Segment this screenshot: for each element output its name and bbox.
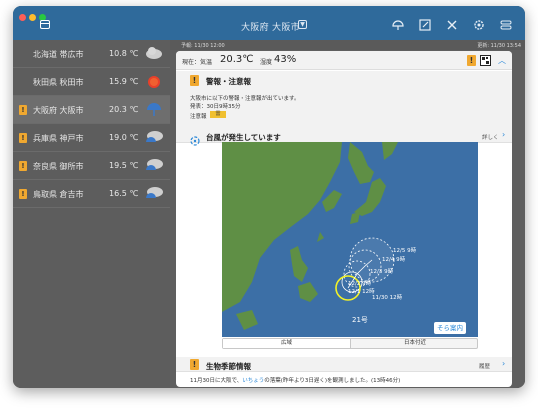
warning-icon: !	[190, 359, 199, 370]
sidebar-item-osaka[interactable]: ! 大阪府 大阪市 20.3 ℃	[13, 96, 170, 124]
warning-icon[interactable]: !	[467, 55, 476, 66]
sidebar-item-temp: 19.0 ℃	[109, 133, 139, 142]
season-history-link[interactable]: 履歴	[479, 362, 490, 370]
ginkgo-link[interactable]: いちょう	[242, 378, 264, 384]
warning-icon: !	[19, 133, 27, 143]
sidebar-item-city: 秋田県 秋田市	[33, 78, 84, 87]
typhoon-forecast-label: 12/3 9時	[370, 269, 394, 275]
sidebar-item-city: 北海道 帯広市	[33, 50, 84, 59]
typhoon-name: 21号	[352, 316, 368, 324]
warnings-text: 大阪市に以下の警報・注意報が出ています。	[190, 96, 300, 102]
humidity-value: 43%	[274, 54, 297, 65]
updated-time: 更新: 11/30 13:54	[477, 43, 521, 49]
title-bar: 大阪府 大阪市 ▼	[13, 6, 525, 40]
window-title: 大阪府 大阪市	[241, 23, 300, 33]
settings-icon[interactable]	[472, 18, 486, 32]
humidity-label: 湿度	[260, 59, 273, 66]
chevron-right-icon: ›	[502, 359, 506, 368]
typhoon-forecast-label: 12/2 9時	[348, 281, 372, 287]
typhoon-forecast-label: 11/30 12時	[372, 295, 403, 301]
close-window-button[interactable]	[19, 14, 26, 21]
sidebar-item-city: 大阪府 大阪市	[33, 106, 84, 115]
season-header[interactable]: ! 生物季節情報 履歴 ›	[176, 357, 512, 372]
rain-cloud-icon	[144, 185, 164, 203]
umbrella-icon	[144, 101, 164, 119]
typhoon-map[interactable]: 12/5 9時 12/4 9時 12/3 9時 12/2 9時 12/1 12時…	[222, 142, 478, 337]
rain-cloud-icon	[144, 129, 164, 147]
typhoon-forecast-label: 12/1 12時	[348, 289, 375, 295]
sidebar-item-temp: 15.9 ℃	[109, 77, 139, 86]
sora-annai-logo: そら案内	[434, 322, 466, 334]
chevron-right-icon: ›	[502, 130, 506, 139]
typhoon-icon	[190, 131, 200, 146]
detail-card: 現在：気温 20.3℃ 湿度 43% ! ︿ ! 警報・注意報 大阪市に以下の警…	[176, 51, 512, 387]
season-text: 11月30日に大阪で、いちょうの落葉(昨年より3日遅く)を観測しました。(13時…	[190, 376, 400, 384]
current-conditions: 現在：気温 20.3℃ 湿度 43% ! ︿	[176, 51, 512, 70]
cloudy-icon	[144, 45, 164, 63]
current-temp: 20.3℃	[220, 54, 254, 65]
warning-icon: !	[19, 161, 27, 171]
sidebar-item-temp: 20.3 ℃	[109, 105, 139, 114]
calendar-icon[interactable]	[40, 20, 50, 29]
sidebar-item-akita[interactable]: 秋田県 秋田市 15.9 ℃	[13, 68, 170, 96]
season-text-post: の落葉(昨年より3日遅く)を観測しました。(13時46分)	[264, 378, 401, 384]
sidebar-item-city: 鳥取県 倉吉市	[33, 190, 84, 199]
sidebar-item-city: 兵庫県 神戸市	[33, 134, 84, 143]
current-temp-label: 現在：気温	[182, 59, 213, 66]
sidebar-item-temp: 19.5 ℃	[109, 161, 139, 170]
sidebar-item-city: 奈良県 御所市	[33, 162, 84, 171]
tab-near-japan[interactable]: 日本付近	[351, 339, 479, 348]
location-sidebar: 北海道 帯広市 10.8 ℃ 秋田県 秋田市 15.9 ℃ ! 大阪府 大阪市 …	[13, 40, 170, 388]
rain-cloud-icon	[144, 157, 164, 175]
forecast-time: 予報: 11/30 12:00	[181, 43, 225, 49]
location-dropdown-button[interactable]: ▼	[298, 20, 307, 29]
advisory-badge[interactable]: 雷	[210, 111, 226, 118]
typhoon-header[interactable]: 台風が発生しています 詳しく ›	[176, 128, 512, 146]
collapse-icon[interactable]: ︿	[498, 55, 506, 66]
warnings-section: ! 警報・注意報 大阪市に以下の警報・注意報が出ています。 発表：30日9時35…	[176, 71, 512, 131]
status-bar: 予報: 11/30 12:00 更新: 11/30 13:54	[170, 40, 525, 50]
minimize-window-button[interactable]	[29, 14, 36, 21]
sidebar-item-gose[interactable]: ! 奈良県 御所市 19.5 ℃	[13, 152, 170, 180]
qr-icon[interactable]	[480, 55, 491, 66]
sunny-icon	[144, 73, 164, 91]
edit-icon[interactable]	[418, 18, 432, 32]
tab-wide-area[interactable]: 広域	[223, 339, 351, 348]
sidebar-item-kobe[interactable]: ! 兵庫県 神戸市 19.0 ℃	[13, 124, 170, 152]
typhoon-forecast-label: 12/4 9時	[382, 257, 406, 263]
tools-icon[interactable]	[445, 18, 459, 32]
typhoon-forecast-label: 12/5 9時	[393, 248, 417, 254]
warning-icon: !	[190, 75, 199, 86]
warnings-title: 警報・注意報	[206, 77, 251, 86]
sidebar-item-temp: 10.8 ℃	[109, 49, 139, 58]
warning-icon: !	[19, 105, 27, 115]
map-range-tabs: 広域 日本付近	[222, 338, 478, 349]
sidebar-item-obihiro[interactable]: 北海道 帯広市 10.8 ℃	[13, 40, 170, 68]
weather-icon[interactable]	[391, 18, 405, 32]
sidebar-item-kurayoshi[interactable]: ! 鳥取県 倉吉市 16.5 ℃	[13, 180, 170, 208]
typhoon-more-link[interactable]: 詳しく	[482, 133, 499, 141]
season-text-pre: 11月30日に大阪で、	[190, 378, 243, 384]
toggle-icon[interactable]	[499, 18, 513, 32]
warning-icon: !	[19, 189, 27, 199]
season-title: 生物季節情報	[206, 362, 251, 371]
sidebar-item-temp: 16.5 ℃	[109, 189, 139, 198]
advisory-label: 注意報	[190, 114, 207, 120]
warnings-issued: 発表：30日9時35分	[190, 104, 241, 110]
